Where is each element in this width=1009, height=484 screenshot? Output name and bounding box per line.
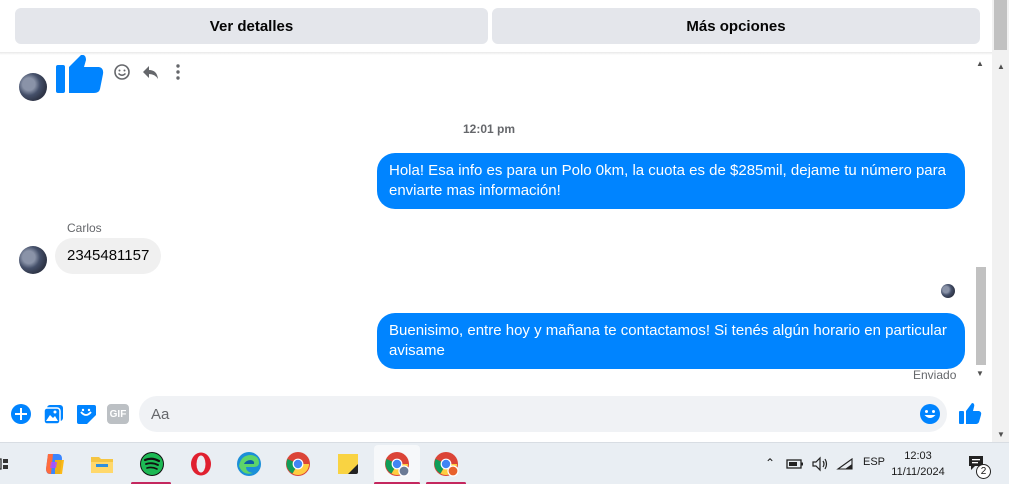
- gif-icon[interactable]: GIF: [107, 404, 129, 424]
- plus-icon[interactable]: [10, 403, 32, 425]
- scroll-up-arrow-icon[interactable]: ▲: [976, 59, 984, 68]
- message-timestamp: 12:01 pm: [462, 122, 516, 136]
- spotify-icon[interactable]: [139, 451, 165, 477]
- chat-scrollbar[interactable]: ▲ ▼: [972, 55, 990, 385]
- more-options-button[interactable]: Más opciones: [492, 8, 980, 44]
- page-scrollbar[interactable]: ▲ ▼: [992, 0, 1009, 442]
- windows-taskbar: ⌃ ESP 12:03 11/11/2024 2: [0, 442, 1009, 484]
- scroll-down-arrow-icon[interactable]: ▼: [976, 369, 984, 378]
- scrollbar-thumb[interactable]: [994, 0, 1007, 50]
- chrome-icon[interactable]: [285, 451, 311, 477]
- edge-icon[interactable]: [236, 451, 262, 477]
- opera-icon[interactable]: [188, 451, 214, 477]
- message-status: Enviado: [913, 368, 957, 382]
- scroll-down-arrow-icon[interactable]: ▼: [997, 430, 1005, 439]
- avatar: [19, 73, 47, 101]
- read-receipt-avatar: [941, 284, 955, 298]
- emoji-icon[interactable]: [919, 403, 941, 425]
- smiley-react-icon[interactable]: [113, 63, 131, 81]
- sticky-notes-icon[interactable]: [335, 451, 361, 477]
- message-composer: GIF Aa: [0, 392, 992, 436]
- system-clock[interactable]: 12:03 11/11/2024: [880, 448, 956, 480]
- scroll-up-arrow-icon[interactable]: ▲: [997, 62, 1005, 71]
- chrome-profile-2-icon[interactable]: [433, 451, 459, 477]
- scrollbar-thumb[interactable]: [976, 267, 986, 365]
- notification-badge: 2: [976, 464, 991, 479]
- photo-icon[interactable]: [43, 403, 65, 425]
- copilot-icon[interactable]: [41, 451, 67, 477]
- avatar: [19, 246, 47, 274]
- clock-date: 11/11/2024: [891, 466, 945, 478]
- more-icon[interactable]: [169, 63, 187, 81]
- incoming-message[interactable]: 2345481157: [55, 238, 162, 274]
- like-icon[interactable]: [958, 402, 982, 426]
- file-explorer-icon[interactable]: [89, 451, 115, 477]
- outgoing-message[interactable]: Buenisimo, entre hoy y mañana te contact…: [377, 313, 965, 369]
- reply-icon[interactable]: [141, 63, 159, 81]
- message-input[interactable]: Aa: [139, 396, 947, 432]
- wifi-icon[interactable]: [836, 457, 854, 471]
- conversation-actions-bar: Ver detalles Más opciones: [0, 0, 992, 52]
- sticker-icon[interactable]: [75, 403, 97, 425]
- thumbs-up-sticker-icon: [56, 55, 104, 93]
- volume-icon[interactable]: [811, 456, 829, 472]
- battery-icon[interactable]: [786, 457, 804, 471]
- chrome-profile-icon[interactable]: [384, 451, 410, 477]
- view-details-button[interactable]: Ver detalles: [15, 8, 488, 44]
- chevron-up-icon[interactable]: ⌃: [765, 456, 775, 470]
- task-view-icon[interactable]: [0, 451, 12, 477]
- clock-time: 12:03: [904, 450, 932, 462]
- sender-name: Carlos: [67, 221, 102, 235]
- message-thread: 12:01 pm Hola! Esa info es para un Polo …: [5, 55, 970, 390]
- outgoing-message[interactable]: Hola! Esa info es para un Polo 0km, la c…: [377, 153, 965, 209]
